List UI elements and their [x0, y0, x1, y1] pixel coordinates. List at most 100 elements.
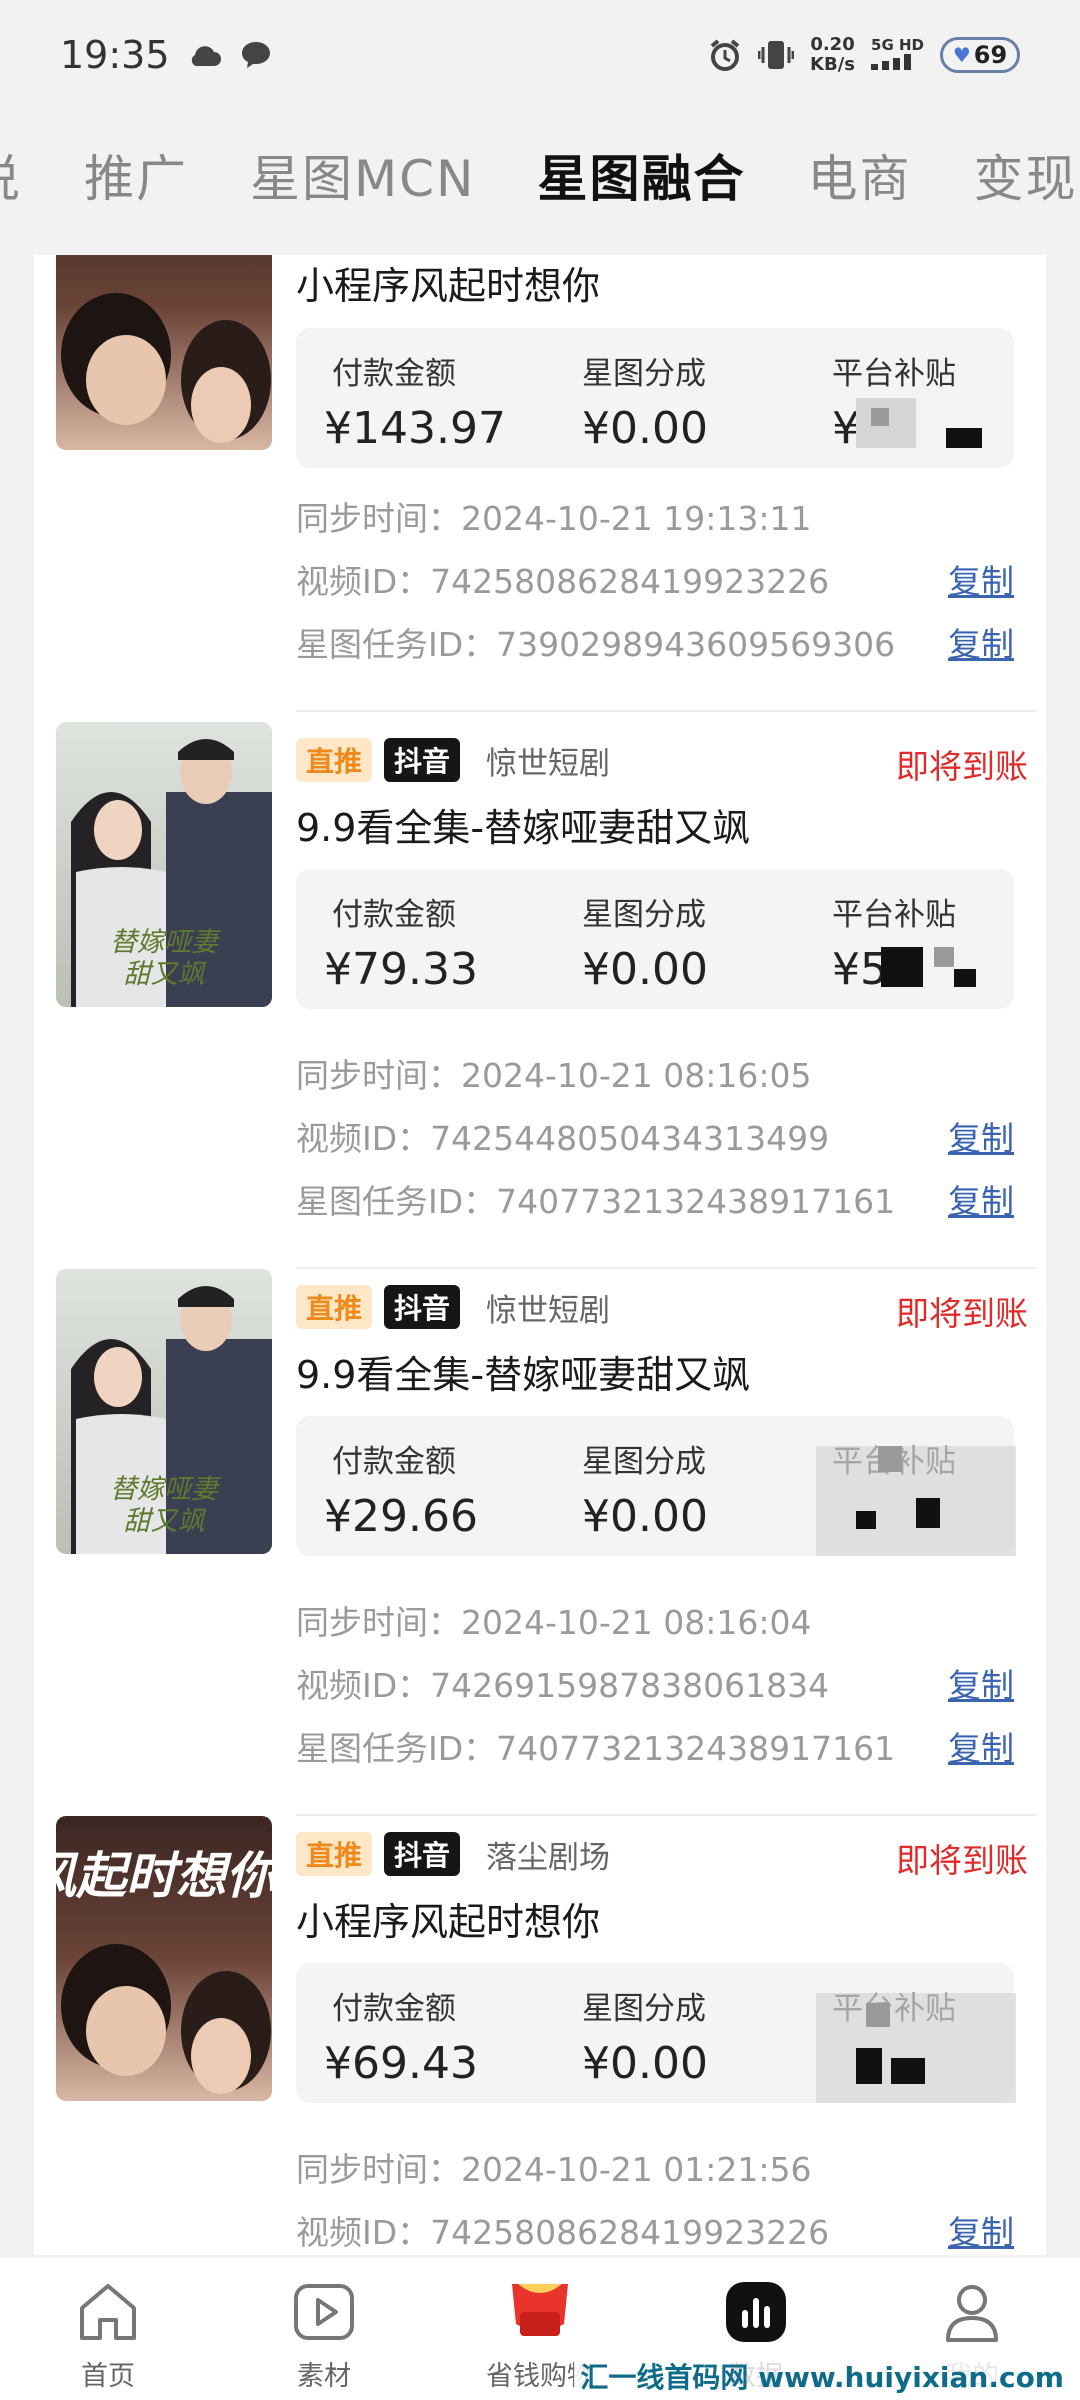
xingtu-share-label: 星图分成 — [582, 356, 706, 392]
copy-video-id-link[interactable]: 复制 — [948, 1659, 1014, 1707]
sync-time-label: 同步时间： — [296, 2150, 461, 2189]
sync-time-value: 2024-10-21 08:16:04 — [461, 1603, 812, 1642]
copy-task-id-link[interactable]: 复制 — [948, 1175, 1014, 1223]
double-eleven-icon — [512, 2284, 568, 2336]
blur-mosaic — [866, 2003, 890, 2027]
direct-tag: 直推 — [296, 1285, 373, 1329]
vibrate-icon — [758, 41, 795, 69]
blur-mosaic — [856, 1511, 876, 1529]
copy-task-id-link[interactable]: 复制 — [948, 1722, 1014, 1770]
platform-subsidy-label: 平台补贴 — [832, 897, 956, 933]
pay-amount-label: 付款金额 — [332, 356, 456, 392]
pay-amount-value: ¥29.66 — [324, 1491, 478, 1542]
drama-title: 9.9看全集-替嫁哑妻甜又飒 — [296, 806, 751, 850]
copy-video-id-link[interactable]: 复制 — [948, 2206, 1014, 2254]
cover-title: 风起时想你 — [56, 1846, 272, 1905]
xingtu-share-value: ¥0.00 — [582, 944, 708, 995]
battery-level: 69 — [973, 41, 1008, 69]
sync-time-value: 2024-10-21 01:21:56 — [461, 2150, 812, 2189]
drama-cover-image[interactable] — [56, 255, 272, 450]
direct-tag: 直推 — [296, 1832, 373, 1876]
copy-video-id-link[interactable]: 复制 — [948, 555, 1014, 603]
xingtu-share-label: 星图分成 — [582, 897, 706, 933]
status-bar: 19:35 0.20 KB/s 5G HD ♥ 69 — [0, 0, 1080, 110]
chart-icon — [726, 2282, 786, 2342]
task-id-label: 星图任务ID： — [296, 1729, 497, 1768]
tab-promotion[interactable]: 推广 — [84, 139, 188, 211]
arrival-status: 即将到账 — [896, 747, 1028, 786]
studio-name: 惊世短剧 — [486, 1292, 611, 1329]
video-id-row: 视频ID：7425808628419923226 复制 — [296, 2206, 1014, 2252]
copy-task-id-link[interactable]: 复制 — [948, 618, 1014, 666]
tab-xingtu-fusion[interactable]: 星图融合 — [537, 139, 745, 211]
studio-name: 落尘剧场 — [486, 1839, 611, 1876]
douyin-tag: 抖音 — [384, 1285, 461, 1329]
tag-row: 直推 抖音 落尘剧场 — [296, 1832, 611, 1876]
sync-time-value: 2024-10-21 19:13:11 — [461, 499, 812, 538]
tab-ecommerce[interactable]: 电商 — [807, 139, 911, 211]
sync-time-row: 同步时间：2024-10-21 08:16:05 — [296, 1049, 1014, 1095]
order-list: 小程序风起时想你 付款金额 ¥143.97 星图分成 ¥0.00 平台补贴 ¥ … — [34, 255, 1046, 2255]
drama-cover-image[interactable]: 替嫁哑妻 甜又飒 — [56, 722, 272, 1007]
blur-mosaic — [916, 1498, 940, 1528]
video-id-label: 视频ID： — [296, 2213, 431, 2252]
video-id-value: 7425808628419923226 — [430, 562, 830, 601]
net-speed: 0.20 KB/s — [810, 35, 855, 75]
net-speed-unit: KB/s — [810, 54, 856, 75]
copy-video-id-link[interactable]: 复制 — [948, 1112, 1014, 1160]
pay-amount-label: 付款金额 — [332, 1991, 456, 2027]
xingtu-share-block: 星图分成 ¥0.00 — [582, 889, 708, 995]
blur-mosaic — [871, 408, 889, 426]
tab-novel[interactable]: 说 — [0, 139, 22, 211]
heart-icon: ♥ — [952, 43, 971, 67]
platform-subsidy-label: 平台补贴 — [832, 356, 956, 392]
douyin-tag: 抖音 — [384, 1832, 461, 1876]
tab-monetize[interactable]: 变现 — [973, 139, 1077, 211]
play-icon — [294, 2284, 354, 2340]
video-id-value: 7426915987838061834 — [430, 1666, 830, 1705]
pay-amount-block: 付款金额 ¥143.97 — [324, 348, 506, 454]
task-id-row: 星图任务ID：7407732132438917161 复制 — [296, 1722, 1014, 1768]
blur-mosaic — [934, 947, 954, 967]
battery-indicator: ♥ 69 — [940, 37, 1020, 73]
cover-title-line2: 甜又飒 — [123, 1506, 205, 1537]
pay-amount-label: 付款金额 — [332, 897, 456, 933]
drama-title: 小程序风起时想你 — [296, 1900, 601, 1944]
alarm-icon — [710, 39, 740, 71]
pay-amount-block: 付款金额 ¥69.43 — [324, 1983, 478, 2089]
amount-summary: 付款金额 ¥29.66 星图分成 ¥0.00 平台补贴 — [296, 1416, 1016, 1556]
home-icon — [80, 2284, 136, 2340]
list-item[interactable]: 替嫁哑妻 甜又飒 直推 抖音 惊世短剧 即将到账 9.9看全集-替嫁哑妻甜又飒 … — [34, 722, 1046, 1269]
arrival-status: 即将到账 — [896, 1841, 1028, 1880]
video-id-label: 视频ID： — [296, 1119, 431, 1158]
sync-time-row: 同步时间：2024-10-21 19:13:11 — [296, 492, 1014, 538]
pay-amount-value: ¥143.97 — [324, 403, 506, 454]
xingtu-share-label: 星图分成 — [582, 1444, 706, 1480]
nav-label: 首页 — [81, 2361, 135, 2392]
nav-material[interactable]: 素材 — [249, 2276, 399, 2393]
blur-mosaic — [856, 2048, 882, 2084]
list-item[interactable]: 风起时想你 直推 抖音 落尘剧场 即将到账 小程序风起时想你 付款金额 ¥69.… — [34, 1816, 1046, 2255]
task-id-value: 7390298943609569306 — [496, 625, 896, 664]
list-item[interactable]: 小程序风起时想你 付款金额 ¥143.97 星图分成 ¥0.00 平台补贴 ¥ … — [34, 255, 1046, 712]
nav-label: 素材 — [297, 2361, 351, 2392]
tab-xingtu-mcn[interactable]: 星图MCN — [250, 139, 475, 211]
cloud-icon — [191, 46, 221, 66]
drama-title: 9.9看全集-替嫁哑妻甜又飒 — [296, 1353, 751, 1397]
drama-cover-image[interactable]: 替嫁哑妻 甜又飒 — [56, 1269, 272, 1554]
drama-title: 小程序风起时想你 — [296, 264, 601, 308]
blur-mosaic — [946, 428, 982, 448]
cover-title-line2: 甜又飒 — [123, 959, 205, 990]
video-id-row: 视频ID：7425448050434313499 复制 — [296, 1112, 1014, 1158]
video-id-value: 7425808628419923226 — [430, 2213, 830, 2252]
tag-row: 直推 抖音 惊世短剧 — [296, 738, 610, 782]
signal-icon — [871, 53, 912, 70]
cover-title-line1: 替嫁哑妻 — [110, 1474, 218, 1505]
drama-cover-image[interactable]: 风起时想你 — [56, 1816, 272, 2101]
list-item[interactable]: 替嫁哑妻 甜又飒 直推 抖音 惊世短剧 即将到账 9.9看全集-替嫁哑妻甜又飒 … — [34, 1269, 1046, 1816]
blur-mosaic — [954, 969, 976, 987]
amount-summary: 付款金额 ¥69.43 星图分成 ¥0.00 平台补贴 — [296, 1963, 1016, 2103]
nav-home[interactable]: 首页 — [33, 2276, 183, 2393]
task-id-value: 7407732132438917161 — [496, 1729, 896, 1768]
video-id-row: 视频ID：7425808628419923226 复制 — [296, 555, 1014, 601]
